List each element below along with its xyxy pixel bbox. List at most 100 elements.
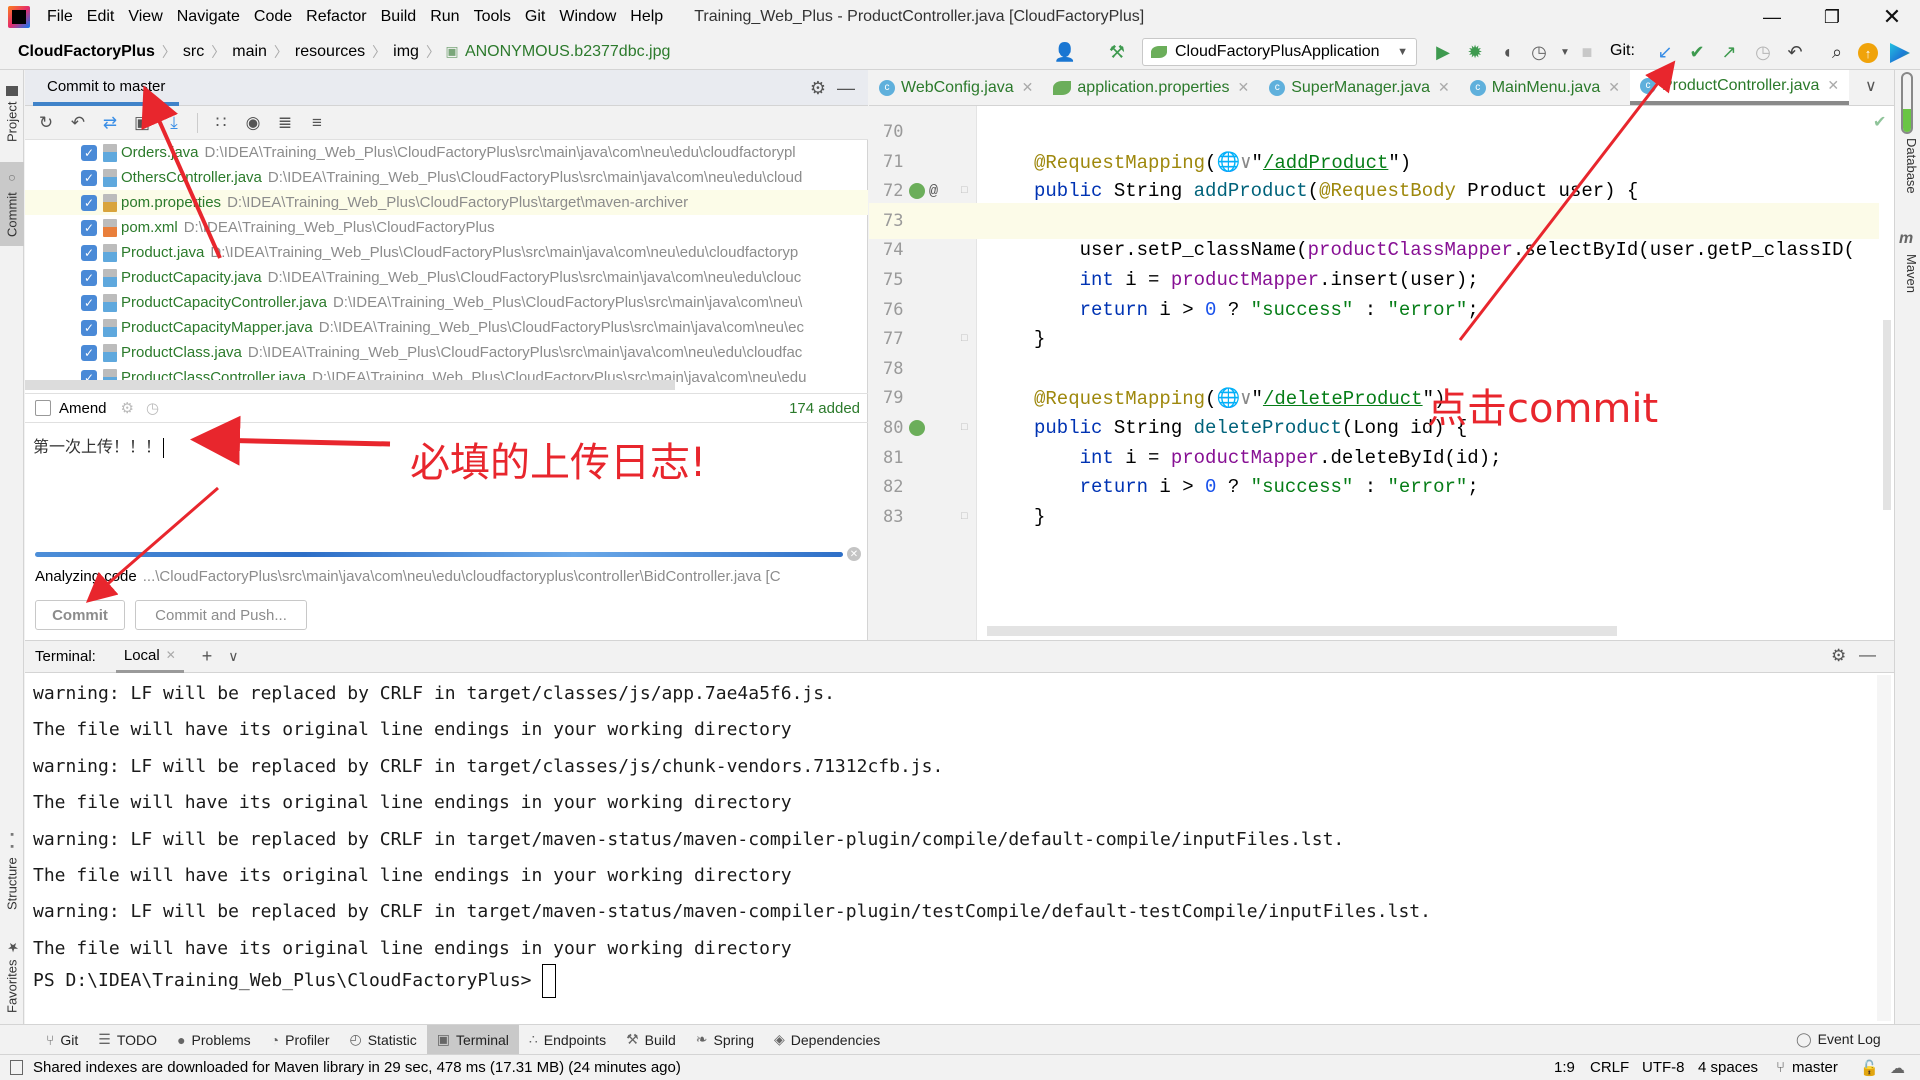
commit-history-clock-icon[interactable]: ◷ [146, 399, 159, 417]
git-history-icon[interactable]: ◷ [1750, 39, 1776, 65]
debug-bug-icon[interactable]: ✹ [1462, 39, 1488, 65]
terminal-prompt[interactable]: PS D:\IDEA\Training_Web_Plus\CloudFactor… [33, 964, 557, 998]
toolbox-icon[interactable] [1890, 43, 1910, 63]
structure-tool-tab[interactable]: Structure ▪▪ [0, 820, 24, 918]
changed-file-row[interactable]: ✓ Orders.java D:\IDEA\Training_Web_Plus\Cl… [25, 140, 868, 165]
caret-position[interactable]: 1:9 [1554, 1059, 1575, 1076]
breadcrumb-main[interactable]: main [228, 43, 271, 61]
commit-and-push-button[interactable]: Commit and Push... [135, 600, 307, 630]
changed-file-row[interactable]: ✓ Product.java D:\IDEA\Training_Web_Plus\C… [25, 240, 868, 265]
file-checkbox[interactable]: ✓ [81, 319, 97, 336]
tool-window-terminal[interactable]: ▣ Terminal [426, 1024, 519, 1055]
commit-options-gear-icon[interactable]: ⚙ [121, 399, 134, 417]
line-separator[interactable]: CRLF [1590, 1059, 1629, 1076]
terminal-scrollbar[interactable] [1877, 675, 1891, 1021]
build-hammer-icon[interactable]: ⚒ [1104, 39, 1130, 65]
tool-window-endpoints[interactable]: ∴ Endpoints [519, 1025, 616, 1055]
stop-icon[interactable]: ■ [1574, 39, 1600, 65]
menu-view[interactable]: View [121, 8, 169, 26]
tool-window-spring[interactable]: ❧ Spring [686, 1025, 764, 1055]
maximize-button[interactable]: ❐ [1804, 0, 1860, 34]
breadcrumb-file[interactable]: ANONYMOUS.b2377dbc.jpg [461, 43, 674, 61]
fold-icon[interactable]: □ [961, 185, 968, 197]
terminal-settings-gear-icon[interactable]: ⚙ [1831, 646, 1846, 666]
lock-icon[interactable]: 🔓 [1860, 1059, 1879, 1077]
indent-setting[interactable]: 4 spaces [1698, 1059, 1758, 1076]
git-branch[interactable]: master [1792, 1059, 1838, 1076]
coverage-icon[interactable]: ◖ [1494, 39, 1520, 65]
tool-window-git[interactable]: ⑂ Git [36, 1025, 88, 1055]
menu-tools[interactable]: Tools [467, 8, 518, 26]
gear-icon[interactable]: ⚙ [805, 75, 831, 101]
editor-tab[interactable]: c ProductController.java ✕ [1629, 70, 1850, 105]
amend-checkbox[interactable] [35, 400, 51, 416]
menu-navigate[interactable]: Navigate [170, 8, 247, 26]
event-log-button[interactable]: ◯ Event Log [1796, 1031, 1881, 1048]
close-tab-icon[interactable]: ✕ [166, 648, 176, 662]
favorites-tool-tab[interactable]: Favorites ★ [0, 928, 24, 1024]
tool-window-todo[interactable]: ☰ TODO [88, 1025, 167, 1055]
changed-file-row[interactable]: ✓ pom.properties D:\IDEA\Training_Web_Plus… [25, 190, 868, 215]
close-window-button[interactable]: ✕ [1864, 0, 1920, 34]
status-toggle-icon[interactable] [10, 1060, 23, 1075]
file-checkbox[interactable]: ✓ [81, 219, 97, 236]
spring-endpoint-gutter-icon[interactable] [909, 183, 925, 200]
git-commit-check-icon[interactable]: ✔ [1684, 39, 1710, 65]
close-tab-icon[interactable]: ✕ [1827, 77, 1839, 94]
commit-to-master-tab[interactable]: Commit to master [33, 70, 180, 106]
tool-window-statistic[interactable]: ◴ Statistic [340, 1025, 427, 1055]
database-tool-tab[interactable]: Database [1897, 138, 1919, 194]
horizontal-scrollbar[interactable] [987, 626, 1617, 636]
rollback-icon[interactable]: ↶ [65, 110, 91, 136]
terminal-dropdown-chevron-icon[interactable]: ∨ [228, 648, 238, 665]
menu-run[interactable]: Run [423, 8, 466, 26]
git-update-icon[interactable]: ↙ [1652, 39, 1678, 65]
tool-window-profiler[interactable]: ◔ Profiler [261, 1025, 340, 1055]
editor-tab[interactable]: c SuperManager.java ✕ [1259, 70, 1460, 105]
run-configuration-select[interactable]: CloudFactoryPlusApplication ▼ [1142, 38, 1417, 66]
menu-build[interactable]: Build [374, 8, 424, 26]
minimize-button[interactable]: — [1744, 0, 1800, 34]
changed-file-row[interactable]: ✓ ProductCapacityController.java D:\IDEA\T… [25, 290, 868, 315]
menu-window[interactable]: Window [552, 8, 623, 26]
expand-all-icon[interactable]: ≣ [272, 110, 298, 136]
editor-tab[interactable]: c MainMenu.java ✕ [1460, 70, 1630, 105]
profile-icon[interactable]: ◷ [1526, 39, 1552, 65]
file-encoding[interactable]: UTF-8 [1642, 1059, 1685, 1076]
status-message[interactable]: Shared indexes are downloaded for Maven … [33, 1059, 681, 1076]
file-checkbox[interactable]: ✓ [81, 294, 97, 311]
tool-window-build[interactable]: ⚒ Build [616, 1025, 686, 1055]
shelve-icon[interactable]: ▣ [129, 110, 155, 136]
file-checkbox[interactable]: ✓ [81, 344, 97, 361]
breadcrumb-img[interactable]: img [389, 43, 423, 61]
file-checkbox[interactable]: ✓ [81, 244, 97, 261]
breadcrumb-project[interactable]: CloudFactoryPlus [14, 43, 159, 61]
user-icon[interactable]: 👤 [1052, 39, 1078, 65]
commit-tool-tab[interactable]: Commit ○ [0, 162, 24, 246]
refresh-icon[interactable]: ↻ [33, 110, 59, 136]
run-icon[interactable]: ▶ [1430, 39, 1456, 65]
changed-file-row[interactable]: ✓ OthersController.java D:\IDEA\Training_W… [25, 165, 868, 190]
collapse-all-icon[interactable]: ≡ [304, 110, 330, 136]
commit-button[interactable]: Commit [35, 600, 125, 630]
fold-icon[interactable]: □ [961, 333, 968, 345]
close-tab-icon[interactable]: ✕ [1438, 79, 1450, 96]
file-checkbox[interactable]: ✓ [81, 194, 97, 211]
download-icon[interactable]: ⤓ [161, 110, 187, 136]
tool-window-problems[interactable]: ● Problems [167, 1025, 261, 1055]
close-tab-icon[interactable]: ✕ [1022, 79, 1034, 96]
cloud-settings-icon[interactable]: ☁ [1890, 1059, 1905, 1077]
fold-icon[interactable]: □ [961, 511, 968, 523]
project-tool-tab[interactable]: Project [0, 74, 24, 154]
annotation-gutter-icon[interactable]: @ [929, 183, 938, 200]
changed-file-row[interactable]: ✓ ProductCapacityMapper.java D:\IDEA\Train… [25, 315, 868, 340]
spring-endpoint-gutter-icon[interactable] [909, 420, 925, 436]
breadcrumb-resources[interactable]: resources [291, 43, 369, 61]
terminal-hide-icon[interactable]: — [1859, 645, 1876, 665]
file-list-scrollbar[interactable] [25, 380, 675, 390]
terminal-tab-local[interactable]: Local ✕ [115, 641, 184, 673]
changed-file-row[interactable]: ✓ ProductCapacity.java D:\IDEA\Training_We… [25, 265, 868, 290]
git-rollback-icon[interactable]: ↶ [1782, 39, 1808, 65]
menu-git[interactable]: Git [518, 8, 552, 26]
changed-file-row[interactable]: ✓ ProductClass.java D:\IDEA\Training_Web_P… [25, 340, 868, 365]
